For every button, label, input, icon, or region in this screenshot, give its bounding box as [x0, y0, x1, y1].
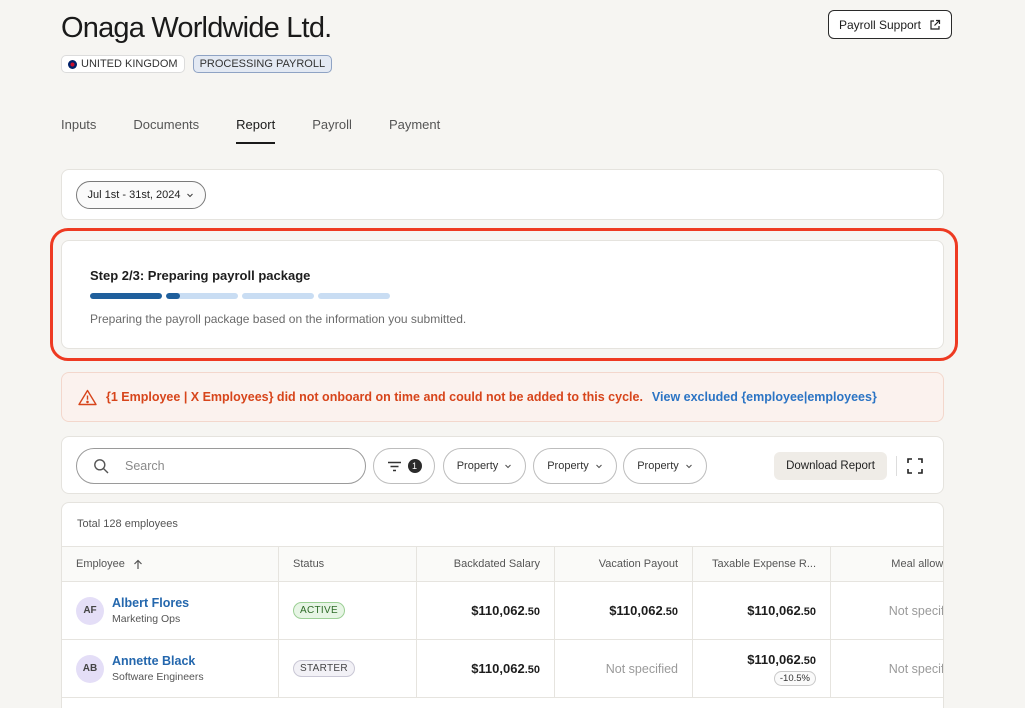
status-badge: STARTER	[293, 660, 355, 677]
column-header-taxable-expense[interactable]: Taxable Expense R...	[693, 547, 831, 581]
amount-value: $110,062	[747, 651, 801, 667]
avatar: AF	[76, 596, 104, 625]
column-header-label: Employee	[76, 558, 125, 570]
employee-table: Total 128 employees Employee Status Back…	[61, 502, 944, 708]
date-range-select[interactable]: Jul 1st - 31st, 2024	[76, 181, 206, 209]
meal-allowance-cell: Not specified	[831, 582, 944, 639]
amount-cents: .50	[662, 606, 678, 618]
highlight-outline	[50, 228, 958, 361]
page-tabs: Inputs Documents Report Payroll Payment	[61, 117, 477, 144]
not-specified-value: Not specified	[888, 603, 944, 618]
employee-cell: AF Albert Flores Marketing Ops	[62, 582, 279, 639]
property-filter-label: Property	[637, 460, 679, 472]
backdated-salary-cell: $110,062.50	[417, 582, 555, 639]
amount-value: $110,062	[471, 661, 525, 676]
table-row[interactable]: AB Annette Black Software Engineers STAR…	[62, 640, 944, 698]
chevron-down-icon	[685, 464, 692, 469]
status-badge: ACTIVE	[293, 602, 345, 619]
taxable-expense-cell: $110,062.50 -10.5%	[693, 640, 831, 697]
taxable-expense-cell: $110,062.50	[693, 582, 831, 639]
status-badge: PROCESSING PAYROLL	[192, 55, 333, 73]
backdated-salary-cell: $110,062.50	[417, 640, 555, 697]
date-range-label: Jul 1st - 31st, 2024	[87, 189, 181, 201]
tab-report[interactable]: Report	[236, 117, 276, 144]
total-employees: Total 128 employees	[77, 518, 178, 530]
not-specified-value: Not specified	[605, 661, 678, 676]
change-badge: -10.5%	[773, 670, 816, 686]
tab-inputs[interactable]: Inputs	[61, 117, 96, 144]
column-header-employee[interactable]: Employee	[62, 547, 279, 581]
tab-payroll[interactable]: Payroll	[312, 117, 352, 144]
filter-count-badge: 1	[407, 459, 422, 473]
employee-department: Software Engineers	[112, 671, 204, 683]
amount-cents: .50	[524, 664, 540, 676]
column-header-vacation-payout[interactable]: Vacation Payout	[555, 547, 693, 581]
search-icon	[94, 459, 109, 474]
chevron-down-icon	[187, 193, 194, 198]
alert-message: {1 Employee | X Employees} did not onboa…	[106, 390, 643, 404]
column-header-meal-allowance[interactable]: Meal allowanc	[831, 547, 943, 581]
uk-flag-icon	[68, 59, 77, 69]
table-row[interactable]: AF Albert Flores Marketing Ops ACTIVE $1…	[62, 582, 944, 640]
employee-department: Marketing Ops	[112, 613, 181, 625]
sort-ascending-icon	[133, 559, 142, 569]
table-toolbar: 1 Property Property Property Download Re…	[61, 436, 944, 494]
chevron-down-icon	[505, 464, 512, 469]
status-cell: ACTIVE	[279, 582, 417, 639]
employee-name-link[interactable]: Annette Black	[112, 654, 204, 668]
amount-value: $110,062	[609, 603, 663, 618]
company-title: Onaga Worldwide Ltd.	[61, 12, 332, 44]
property-filter-2[interactable]: Property	[533, 448, 617, 484]
download-report-button[interactable]: Download Report	[774, 452, 887, 480]
warning-icon	[78, 389, 97, 405]
date-range-card: Jul 1st - 31st, 2024	[61, 169, 944, 220]
filter-button[interactable]: 1	[373, 448, 435, 484]
country-label: UNITED KINGDOM	[81, 58, 178, 70]
amount-cents: .50	[800, 606, 816, 618]
external-link-icon	[930, 19, 941, 30]
amount-cents: .50	[524, 606, 540, 618]
property-filter-1[interactable]: Property	[443, 448, 526, 484]
employee-cell: AB Annette Black Software Engineers	[62, 640, 279, 697]
amount-cents: .50	[800, 654, 816, 667]
amount-value: $110,062	[471, 603, 525, 618]
employee-name-link[interactable]: Albert Flores	[112, 596, 189, 610]
property-filter-3[interactable]: Property	[623, 448, 707, 484]
column-header-status[interactable]: Status	[279, 547, 417, 581]
view-excluded-link[interactable]: View excluded {employee|employees}	[652, 390, 877, 404]
header-badges: UNITED KINGDOM PROCESSING PAYROLL	[61, 55, 333, 73]
toolbar-divider	[896, 456, 897, 476]
property-filter-label: Property	[456, 460, 499, 472]
property-filter-label: Property	[547, 460, 589, 472]
amount-value: $110,062	[747, 603, 801, 618]
not-specified-value: Not specified	[888, 661, 944, 676]
filter-icon	[387, 461, 401, 471]
status-cell: STARTER	[279, 640, 417, 697]
payroll-support-button[interactable]: Payroll Support	[828, 10, 952, 39]
onboarding-alert: {1 Employee | X Employees} did not onboa…	[61, 372, 944, 422]
search-input[interactable]	[125, 459, 325, 473]
column-header-backdated-salary[interactable]: Backdated Salary	[417, 547, 555, 581]
chevron-down-icon	[595, 464, 602, 469]
tab-payment[interactable]: Payment	[389, 117, 440, 144]
meal-allowance-cell: Not specified	[831, 640, 944, 697]
tab-documents[interactable]: Documents	[133, 117, 199, 144]
search-box[interactable]	[76, 448, 366, 484]
country-badge: UNITED KINGDOM	[61, 55, 185, 73]
payroll-support-label: Payroll Support	[838, 17, 922, 32]
table-header: Employee Status Backdated Salary Vacatio…	[62, 546, 943, 582]
vacation-payout-cell: $110,062.50	[555, 582, 693, 639]
fullscreen-icon[interactable]	[906, 457, 924, 475]
vacation-payout-cell: Not specified	[555, 640, 693, 697]
avatar: AB	[76, 654, 104, 683]
